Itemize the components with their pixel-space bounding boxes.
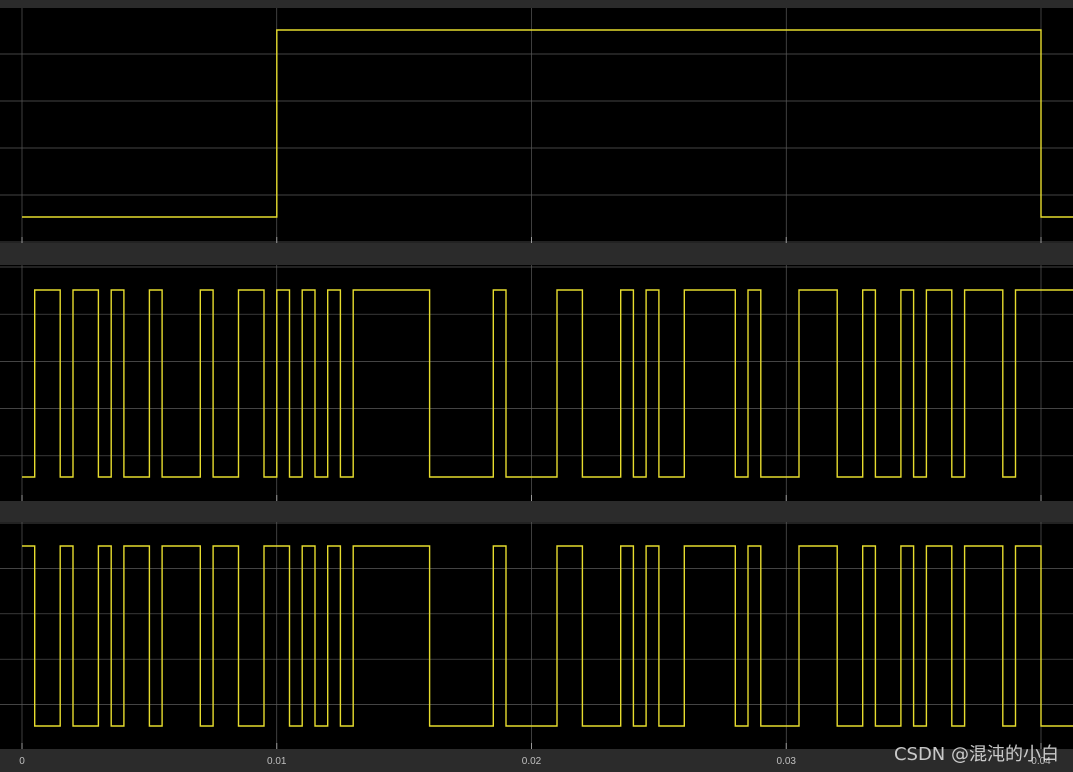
scope-panel-2 [0,265,1073,501]
x-tick-label: 0.01 [267,756,287,767]
x-tick-label: 0.02 [522,756,542,767]
scope-panel-3: 0 0.01 0.02 0.03 0.04 [0,522,1073,767]
x-tick-label: 0 [19,756,25,767]
plot-area [0,522,1073,749]
scope-panel-1 [0,8,1073,243]
plot-area [0,265,1073,501]
plot-area [0,8,1073,243]
scope-figure: 0 0.01 0.02 0.03 0.04 [0,8,1073,767]
x-tick-label: 0.03 [777,756,797,767]
watermark-text: CSDN @混沌的小白 [893,744,1059,765]
